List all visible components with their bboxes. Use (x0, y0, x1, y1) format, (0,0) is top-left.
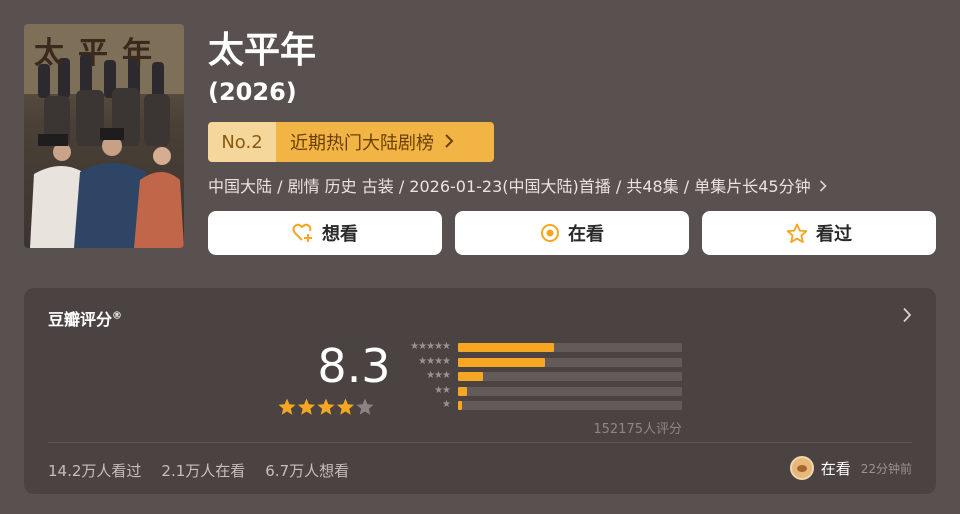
rating-bar-track (458, 357, 682, 367)
want-to-watch-button[interactable]: 想看 (208, 211, 442, 255)
rating-bar-5-star: ★★★★★ (388, 340, 688, 354)
vote-count: 152175人评分 (593, 422, 682, 437)
watched-label: 看过 (816, 224, 852, 245)
rating-bar-track (458, 372, 682, 381)
heart-plus-icon (292, 223, 314, 243)
rating-bar-label: ★★★★★ (410, 341, 451, 352)
show-title: 太平年 (208, 30, 317, 71)
meta-text: 中国大陆 / 剧情 历史 古装 / 2026-01-23(中国大陆)首播 / 共… (208, 177, 811, 196)
rating-card-title: 豆瓣评分® (48, 306, 122, 330)
rating-bar-label: ★★ (434, 384, 451, 396)
rank-number: No.2 (208, 122, 276, 162)
star-empty-icon (356, 398, 374, 415)
watching-count[interactable]: 2.1万人在看 (161, 460, 245, 481)
rating-bar-label: ★★★★ (418, 355, 451, 367)
rating-bar-fill (458, 401, 463, 410)
rating-bar-track (458, 343, 682, 352)
action-buttons: 想看 在看 看过 (208, 211, 936, 255)
target-circle-icon (540, 223, 560, 243)
want-to-watch-label: 想看 (322, 224, 358, 245)
rank-badge[interactable]: No.2 近期热门大陆剧榜 (208, 122, 494, 162)
rating-bar-1-star: ★ (388, 398, 688, 412)
watching-button[interactable]: 在看 (455, 211, 689, 255)
watching-label: 在看 (568, 224, 604, 245)
rating-bar-fill (458, 357, 546, 367)
star-filled-icon (336, 398, 355, 415)
divider (48, 442, 912, 443)
watched-button[interactable]: 看过 (702, 211, 936, 255)
rating-bar-track (458, 386, 682, 396)
rating-bar-2-star: ★★ (388, 384, 688, 398)
star-filled-icon (297, 398, 316, 415)
rating-source-label: 豆瓣评分 (48, 310, 113, 329)
avatar (789, 456, 814, 480)
poster-image[interactable]: 太平年 (24, 24, 184, 248)
watched-count[interactable]: 14.2万人看过 (48, 460, 141, 481)
star-filled-icon (317, 398, 335, 415)
rating-bar-fill (458, 343, 555, 352)
rank-list-label: 近期热门大陆剧榜 (290, 133, 434, 154)
rating-details-chevron-icon[interactable] (902, 304, 912, 328)
rating-bar-label: ★ (442, 399, 451, 410)
audience-stats: 14.2万人看过 2.1万人在看 6.7万人想看 (48, 460, 349, 481)
show-year: (2026) (208, 78, 297, 106)
show-meta-info[interactable]: 中国大陆 / 剧情 历史 古装 / 2026-01-23(中国大陆)首播 / 共… (208, 176, 827, 198)
rating-stars (278, 398, 374, 415)
chevron-right-icon (819, 176, 827, 198)
friend-activity-time: 22分钟前 (860, 461, 912, 476)
star-outline-icon (786, 223, 808, 244)
star-filled-icon (278, 398, 296, 415)
rating-bar-3-star: ★★★ (388, 369, 688, 383)
rating-bar-fill (458, 386, 467, 396)
rating-bar-track (458, 401, 682, 410)
chevron-right-icon (444, 132, 454, 153)
rating-bar-4-star: ★★★★ (388, 355, 688, 369)
rating-bar-label: ★★★ (426, 370, 451, 381)
rating-distribution: ★★★★★ ★★★★ ★★★ ★★ ★ (388, 340, 688, 420)
rating-bar-fill (458, 372, 483, 381)
rank-list-name: 近期热门大陆剧榜 (276, 122, 494, 162)
friend-activity[interactable]: 在看 22分钟前 (789, 456, 912, 480)
rating-card: 豆瓣评分® 8.3 ★★★★★ ★★★★ ★★★ ★★ ★ 152175人评分 14.2… (24, 288, 936, 494)
registered-mark: ® (112, 310, 123, 322)
poster-title-text: 太平年 (34, 36, 166, 71)
wish-count[interactable]: 6.7万人想看 (265, 460, 349, 481)
friend-status: 在看 (820, 459, 851, 478)
